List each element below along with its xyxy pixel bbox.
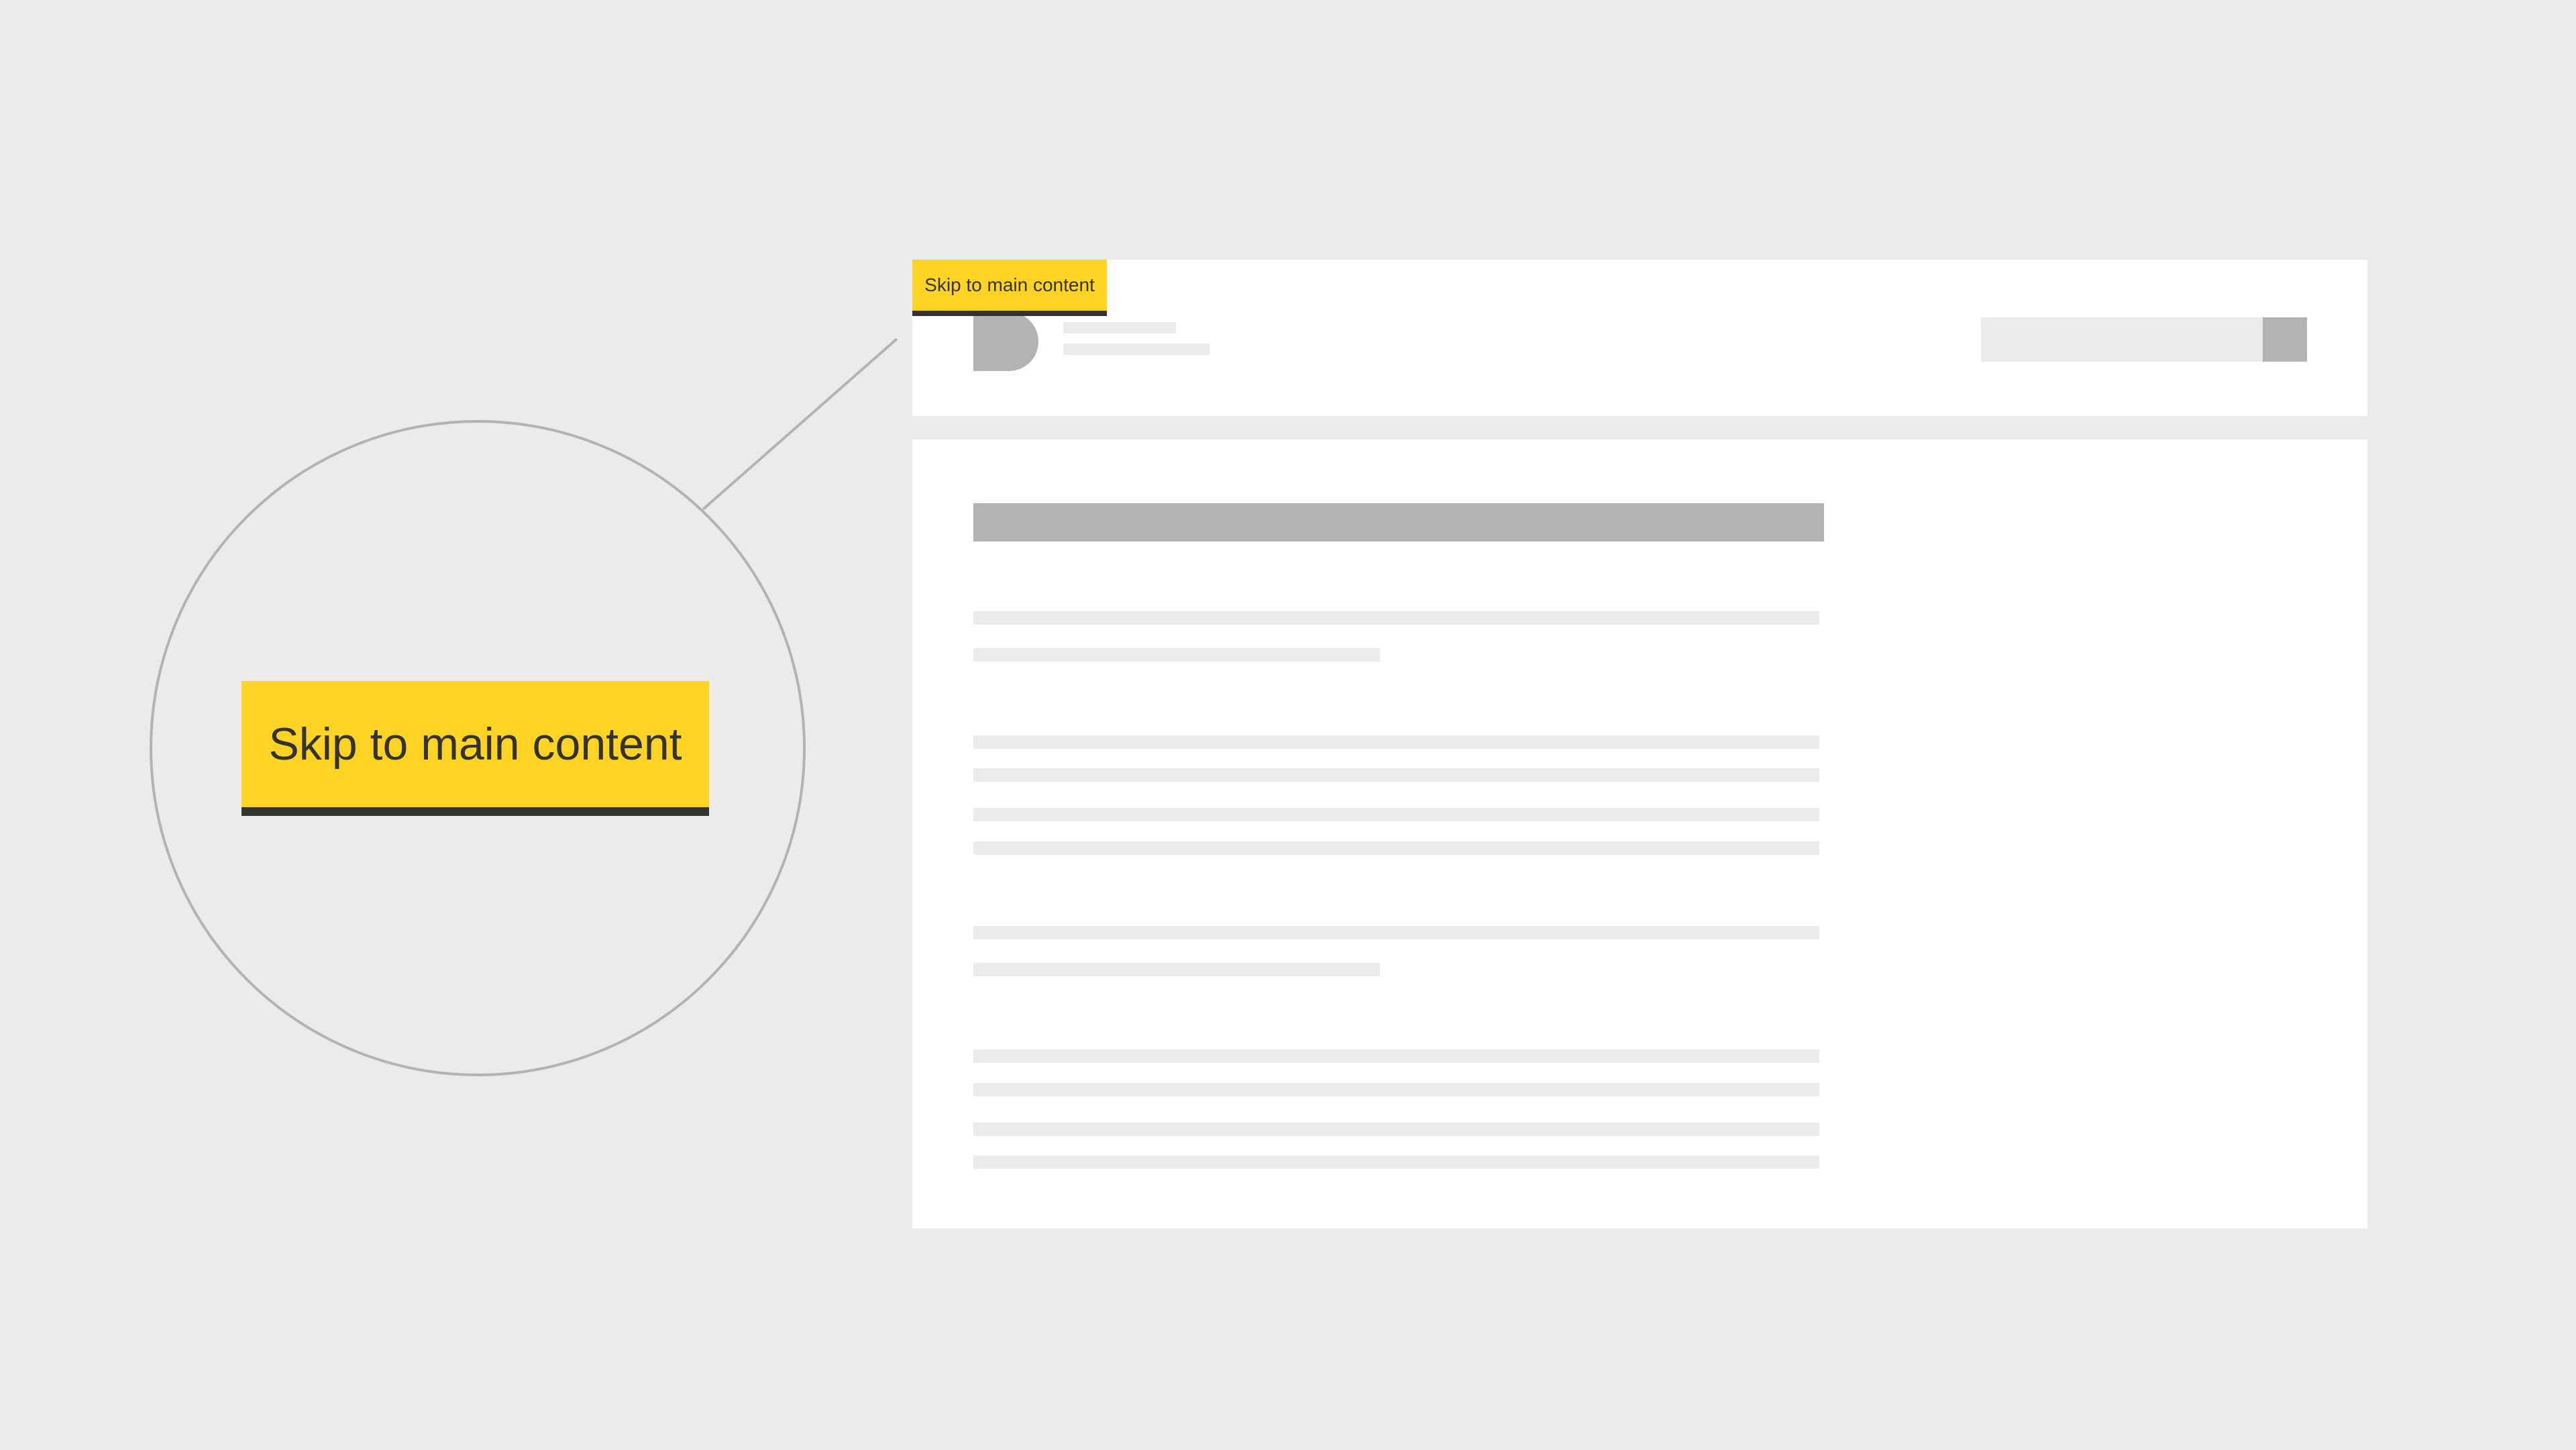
text-line-placeholder	[973, 768, 1819, 782]
callout-connector-line	[702, 338, 898, 511]
text-line-placeholder	[973, 841, 1819, 855]
search-button[interactable]	[2263, 317, 2307, 362]
text-line-placeholder	[973, 735, 1819, 749]
text-line-placeholder	[973, 963, 1380, 976]
skip-to-main-content-link[interactable]: Skip to main content	[912, 260, 1107, 316]
text-line-placeholder	[973, 1049, 1819, 1063]
skip-to-main-content-callout: Skip to main content	[241, 681, 709, 816]
search-input[interactable]	[1981, 317, 2263, 362]
text-line-placeholder	[973, 1083, 1819, 1096]
text-line-placeholder	[973, 611, 1819, 625]
text-line-placeholder	[973, 926, 1819, 939]
text-line-placeholder	[973, 648, 1380, 662]
logo-icon[interactable]	[973, 312, 1038, 371]
main-content	[912, 439, 2367, 1229]
site-title-placeholder	[1063, 322, 1176, 333]
text-line-placeholder	[973, 808, 1819, 821]
text-line-placeholder	[973, 1155, 1819, 1169]
heading-placeholder	[973, 503, 1824, 541]
text-line-placeholder	[973, 1123, 1819, 1136]
site-subtitle-placeholder	[1063, 344, 1210, 355]
